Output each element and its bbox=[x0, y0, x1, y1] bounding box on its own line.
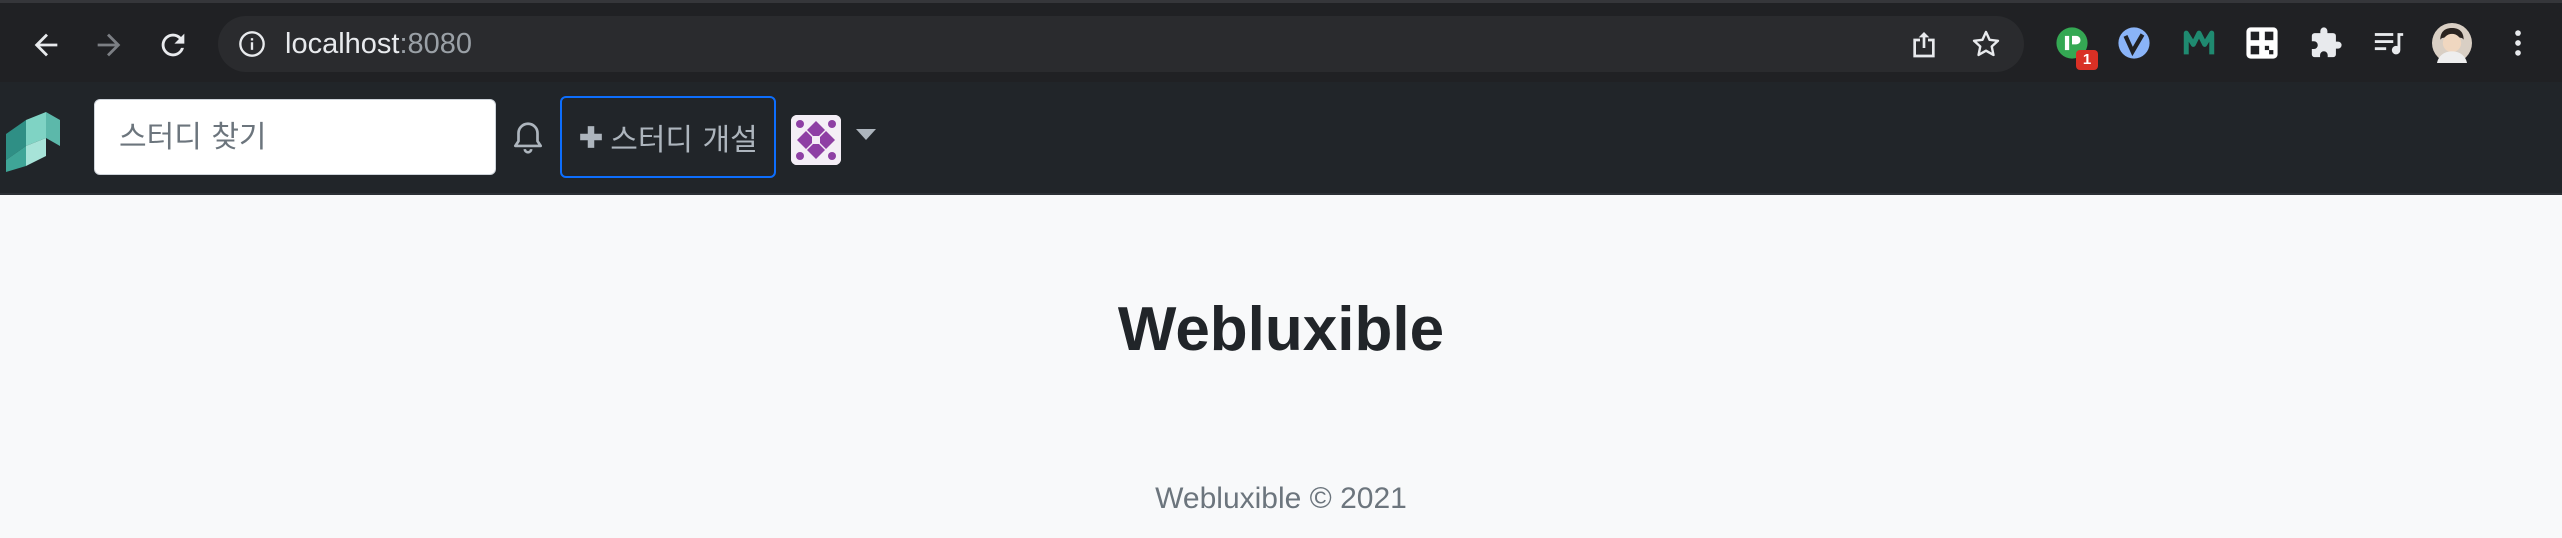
page-title: Webluxible bbox=[1117, 295, 1445, 364]
extension-v[interactable] bbox=[2114, 23, 2154, 63]
url-text: localhost:8080 bbox=[285, 28, 472, 61]
create-study-button[interactable]: 스터디 개설 bbox=[560, 96, 776, 178]
identicon-avatar-icon bbox=[791, 115, 841, 165]
footer-copyright: Webluxible © 2021 bbox=[1155, 482, 1407, 515]
v-extension-icon bbox=[2118, 27, 2150, 59]
caret-down-icon[interactable] bbox=[856, 129, 876, 141]
reload-icon bbox=[161, 33, 185, 57]
kebab-menu-icon bbox=[2515, 30, 2521, 56]
qr-code-icon bbox=[2246, 27, 2278, 59]
url-host: localhost bbox=[285, 28, 400, 60]
extension-badge: 1 bbox=[2076, 50, 2098, 70]
user-avatar[interactable] bbox=[791, 115, 841, 165]
back-arrow-icon bbox=[34, 33, 58, 57]
profile-avatar[interactable] bbox=[2432, 23, 2472, 63]
forward-arrow-icon bbox=[97, 33, 121, 57]
extensions-button[interactable] bbox=[2306, 23, 2346, 63]
browser-toolbar: localhost:8080 1 bbox=[0, 0, 2562, 82]
reload-button[interactable] bbox=[151, 23, 195, 67]
forward-button[interactable] bbox=[87, 23, 131, 67]
site-navbar: 스터디 개설 bbox=[0, 82, 2562, 195]
brand-logo-icon[interactable] bbox=[2, 110, 62, 172]
back-button[interactable] bbox=[24, 23, 68, 67]
m-extension-icon bbox=[2183, 30, 2215, 55]
create-study-label: 스터디 개설 bbox=[610, 123, 758, 158]
profile-avatar-icon bbox=[2432, 23, 2472, 63]
address-bar[interactable]: localhost:8080 bbox=[218, 16, 2024, 72]
extension-green[interactable]: 1 bbox=[2052, 23, 2098, 70]
reading-list-button[interactable] bbox=[2369, 23, 2409, 63]
reading-list-icon bbox=[2374, 33, 2404, 55]
extension-qr[interactable] bbox=[2242, 23, 2282, 63]
study-search-input[interactable] bbox=[94, 99, 496, 175]
url-port: :8080 bbox=[399, 28, 473, 60]
extension-m[interactable] bbox=[2179, 23, 2219, 63]
extensions-icon bbox=[2311, 27, 2342, 58]
share-icon[interactable] bbox=[1908, 28, 1940, 60]
plus-icon bbox=[580, 126, 603, 148]
star-icon[interactable] bbox=[1970, 28, 2002, 60]
browser-menu-button[interactable] bbox=[2498, 23, 2538, 63]
bell-icon[interactable] bbox=[509, 118, 547, 158]
info-icon[interactable] bbox=[238, 30, 266, 58]
